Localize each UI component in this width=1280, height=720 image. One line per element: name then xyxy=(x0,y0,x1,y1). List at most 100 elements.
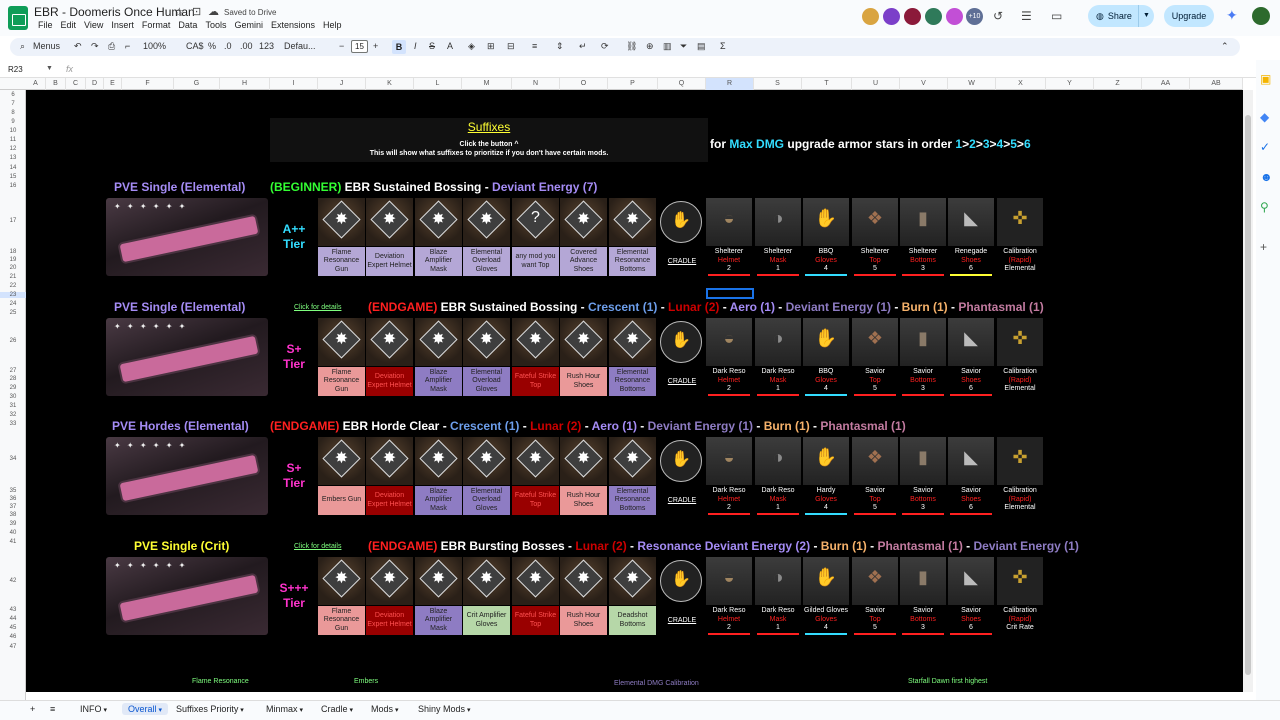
row-header-13[interactable]: 13 xyxy=(0,155,26,161)
star-icon[interactable]: ☆ xyxy=(174,5,185,19)
row-header-27[interactable]: 27 xyxy=(0,368,26,374)
wrap-icon[interactable]: ↵ xyxy=(579,41,587,52)
chevron-down-icon[interactable]: ▼ xyxy=(46,65,53,72)
increase-font-icon[interactable]: + xyxy=(373,41,378,51)
collaborator-avatar[interactable] xyxy=(904,8,921,25)
redo-icon[interactable]: ↷ xyxy=(91,41,99,52)
keep-icon[interactable]: ◆ xyxy=(1260,110,1269,124)
cradle-link[interactable]: CRADLE xyxy=(660,497,704,504)
decrease-font-icon[interactable]: − xyxy=(339,41,344,51)
chevron-down-icon[interactable]: ▾ xyxy=(393,707,399,714)
column-header-E[interactable]: E xyxy=(104,78,122,90)
filter-views-icon[interactable]: ▤ xyxy=(697,41,706,52)
row-header-40[interactable]: 40 xyxy=(0,530,26,536)
mod-slot[interactable]: ✸ Rush Hour Shoes xyxy=(560,318,607,396)
mod-slot[interactable]: ✸ Flame Resonance Gun xyxy=(318,318,365,396)
armor-slot[interactable]: ❖ Savior Top 5 xyxy=(852,437,898,515)
document-title[interactable]: EBR - Doomeris Once Human xyxy=(34,5,195,19)
row-header-10[interactable]: 10 xyxy=(0,128,26,134)
align-icon[interactable]: ≡ xyxy=(532,41,537,51)
chevron-down-icon[interactable]: ▾ xyxy=(157,707,162,714)
cradle-icon[interactable]: ✋ xyxy=(660,321,702,363)
armor-slot[interactable]: ▮ Savior Bottoms 3 xyxy=(900,318,946,396)
share-button[interactable]: ◍ Share ▼ xyxy=(1088,5,1154,27)
mod-slot[interactable]: ✸ Fateful Strike Top xyxy=(512,318,559,396)
menu-tools[interactable]: Tools xyxy=(201,20,230,30)
row-header-42[interactable]: 42 xyxy=(0,578,26,584)
row-header-11[interactable]: 11 xyxy=(0,137,26,143)
armor-slot[interactable]: ✋ BBQ Gloves 4 xyxy=(803,198,849,276)
tab-cradle[interactable]: Cradle ▾ xyxy=(321,704,353,714)
armor-slot[interactable]: ◒ Dark Reso Helmet 2 xyxy=(706,437,752,515)
cradle-link[interactable]: CRADLE xyxy=(660,378,704,385)
tab-shiny-mods[interactable]: Shiny Mods ▾ xyxy=(418,704,471,714)
row-header-18[interactable]: 18 xyxy=(0,249,26,255)
row-header-41[interactable]: 41 xyxy=(0,539,26,545)
link-icon[interactable]: ⛓ xyxy=(626,41,637,52)
column-header-I[interactable]: I xyxy=(270,78,318,90)
armor-slot[interactable]: ▮ Savior Bottoms 3 xyxy=(900,557,946,635)
row-header-8[interactable]: 8 xyxy=(0,110,26,116)
rotate-icon[interactable]: ⟳ xyxy=(601,41,609,52)
increase-decimal[interactable]: .00 xyxy=(240,41,253,51)
column-header-D[interactable]: D xyxy=(86,78,104,90)
row-header-37[interactable]: 37 xyxy=(0,504,26,510)
chevron-down-icon[interactable]: ▾ xyxy=(465,707,471,714)
row-header-44[interactable]: 44 xyxy=(0,616,26,622)
column-header-J[interactable]: J xyxy=(318,78,366,90)
row-header-32[interactable]: 32 xyxy=(0,412,26,418)
armor-slot[interactable]: ✜ Calibration (Rapid) Crit Rate xyxy=(997,557,1043,635)
history-icon[interactable]: ↺ xyxy=(993,9,1003,23)
suffixes-title[interactable]: Suffixes xyxy=(270,120,708,134)
armor-slot[interactable]: ◒ Dark Reso Helmet 2 xyxy=(706,318,752,396)
cradle-icon[interactable]: ✋ xyxy=(660,201,702,243)
gemini-icon[interactable]: ✦ xyxy=(1226,7,1238,24)
font-size-input[interactable]: 15 xyxy=(351,40,368,53)
menu-gemini[interactable]: Gemini xyxy=(230,20,267,30)
mod-slot[interactable]: ✸ Deviation Expert Helmet xyxy=(366,557,413,635)
undo-icon[interactable]: ↶ xyxy=(74,41,82,52)
column-header-B[interactable]: B xyxy=(46,78,66,90)
menu-edit[interactable]: Edit xyxy=(57,20,81,30)
number-format[interactable]: 123 xyxy=(259,41,274,51)
row-header-35[interactable]: 35 xyxy=(0,488,26,494)
account-avatar[interactable] xyxy=(1252,7,1270,25)
tasks-icon[interactable]: ✓ xyxy=(1260,140,1270,154)
row-header-25[interactable]: 25 xyxy=(0,310,26,316)
mod-slot[interactable]: ✸ Crit Amplifier Gloves xyxy=(463,557,510,635)
sheet-grid[interactable]: Suffixes Click the button ^ This will sh… xyxy=(26,90,1243,692)
filter-icon[interactable]: ⏷ xyxy=(680,41,687,52)
font-select[interactable]: Defau... xyxy=(284,41,316,51)
cradle-link[interactable]: CRADLE xyxy=(660,617,704,624)
mod-slot[interactable]: ✸ Flame Resonance Gun xyxy=(318,557,365,635)
comment-add-icon[interactable]: ⊕ xyxy=(646,41,654,52)
chart-icon[interactable]: ▥ xyxy=(663,41,672,52)
armor-slot[interactable]: ◣ Renegade Shoes 6 xyxy=(948,198,994,276)
all-sheets-icon[interactable]: ≡ xyxy=(50,704,55,714)
row-header-34[interactable]: 34 xyxy=(0,456,26,462)
mod-slot[interactable]: ✸ Elemental Resonance Bottoms xyxy=(609,437,656,515)
armor-slot[interactable]: ✜ Calibration (Rapid) Elemental xyxy=(997,198,1043,276)
bold-button[interactable]: B xyxy=(392,40,406,54)
mod-slot[interactable]: ? any mod you want Top xyxy=(512,198,559,276)
tab-suffixes-priority[interactable]: Suffixes Priority ▾ xyxy=(176,704,244,714)
column-header-V[interactable]: V xyxy=(900,78,948,90)
menu-insert[interactable]: Insert xyxy=(107,20,138,30)
print-icon[interactable]: ⎙ xyxy=(108,41,115,52)
column-header-C[interactable]: C xyxy=(66,78,86,90)
meet-icon[interactable]: ▭ xyxy=(1051,9,1062,23)
chevron-down-icon[interactable]: ▾ xyxy=(298,707,303,714)
column-header-Q[interactable]: Q xyxy=(658,78,706,90)
mod-slot[interactable]: ✸ Blaze Amplifier Mask xyxy=(415,557,462,635)
maps-icon[interactable]: ⚲ xyxy=(1260,200,1269,214)
text-color-icon[interactable]: A xyxy=(447,41,453,51)
chevron-down-icon[interactable]: ▾ xyxy=(348,707,353,714)
collaborator-avatar[interactable] xyxy=(946,8,963,25)
row-header-45[interactable]: 45 xyxy=(0,625,26,631)
armor-slot[interactable]: ◣ Savior Shoes 6 xyxy=(948,437,994,515)
armor-slot[interactable]: ✋ Hardy Gloves 4 xyxy=(803,437,849,515)
row-header-31[interactable]: 31 xyxy=(0,403,26,409)
mod-slot[interactable]: ✸ Rush Hour Shoes xyxy=(560,557,607,635)
armor-slot[interactable]: ◑ Dark Reso Mask 1 xyxy=(755,318,801,396)
collaborator-avatar[interactable] xyxy=(883,8,900,25)
